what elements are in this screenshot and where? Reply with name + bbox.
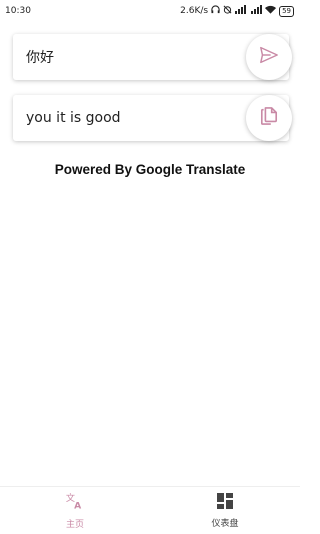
alarm-off-icon xyxy=(223,5,232,17)
output-card: you it is good xyxy=(13,95,292,141)
status-time: 10:30 xyxy=(5,6,31,16)
nav-item-home[interactable]: 文 A 主页 xyxy=(0,487,150,534)
bottom-nav: 文 A 主页 仪表盘 xyxy=(0,486,300,534)
hd-signal-icon xyxy=(249,5,263,17)
wifi-icon xyxy=(265,5,277,17)
status-bar: 10:30 2.6K/s 59 xyxy=(0,0,300,22)
svg-text:A: A xyxy=(74,501,82,512)
battery-icon: 59 xyxy=(279,5,294,17)
powered-by-label: Powered By Google Translate xyxy=(54,162,246,177)
headphones-icon xyxy=(211,5,220,17)
nav-label-dashboard: 仪表盘 xyxy=(211,519,239,529)
nav-label-home: 主页 xyxy=(65,520,84,530)
status-icons: 2.6K/s 59 xyxy=(180,5,294,17)
source-text-input[interactable] xyxy=(26,49,226,65)
signal-icon xyxy=(235,5,247,17)
send-icon xyxy=(259,46,279,68)
translate-icon: 文 A xyxy=(65,491,85,515)
translate-button[interactable] xyxy=(246,34,292,80)
copy-button[interactable] xyxy=(246,95,292,141)
copy-icon xyxy=(260,106,278,130)
input-card xyxy=(13,34,292,80)
dashboard-icon xyxy=(216,492,234,514)
nav-item-dashboard[interactable]: 仪表盘 xyxy=(150,487,300,534)
net-speed: 2.6K/s xyxy=(180,5,209,16)
translation-result: you it is good xyxy=(26,110,121,126)
